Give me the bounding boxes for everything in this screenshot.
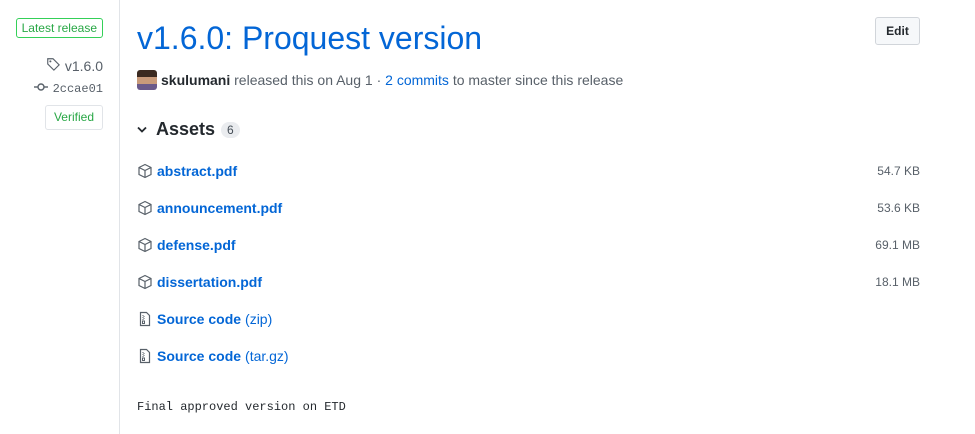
assets-count: 6 xyxy=(221,121,240,138)
package-icon xyxy=(137,200,153,216)
asset-row[interactable]: announcement.pdf 53.6 KB xyxy=(137,200,920,216)
asset-row[interactable]: Source code (tar.gz) xyxy=(137,348,920,364)
file-zip-icon xyxy=(137,311,153,327)
chevron-down-icon xyxy=(137,123,147,137)
release-sidebar: Latest release v1.6.0 2ccae01 Verified xyxy=(0,0,119,434)
asset-size: 54.7 KB xyxy=(877,164,920,178)
package-icon xyxy=(137,237,153,253)
asset-row[interactable]: dissertation.pdf 18.1 MB xyxy=(137,274,920,290)
commit-link[interactable]: 2ccae01 xyxy=(33,82,103,96)
tag-icon xyxy=(46,57,60,74)
asset-row[interactable]: defense.pdf 69.1 MB xyxy=(137,237,920,253)
released-text: released this on Aug 1 xyxy=(234,72,373,88)
asset-ext[interactable]: (tar.gz) xyxy=(245,348,289,364)
asset-name[interactable]: announcement.pdf xyxy=(157,200,282,216)
timeline-divider xyxy=(119,0,120,434)
asset-row[interactable]: Source code (zip) xyxy=(137,311,920,327)
file-zip-icon xyxy=(137,348,153,364)
edit-button[interactable]: Edit xyxy=(875,17,920,45)
release-title[interactable]: v1.6.0: Proquest version xyxy=(137,20,482,57)
asset-name[interactable]: abstract.pdf xyxy=(157,163,237,179)
asset-row[interactable]: abstract.pdf 54.7 KB xyxy=(137,163,920,179)
asset-ext[interactable]: (zip) xyxy=(245,311,272,327)
package-icon xyxy=(137,274,153,290)
commits-link[interactable]: 2 commits xyxy=(385,72,449,88)
release-notes: Final approved version on ETD xyxy=(137,400,346,414)
tag-link[interactable]: v1.6.0 xyxy=(46,57,103,74)
assets-heading: Assets xyxy=(156,119,216,139)
tag-label: v1.6.0 xyxy=(64,57,103,74)
commits-suffix: to master since this release xyxy=(452,72,624,88)
asset-size: 53.6 KB xyxy=(877,201,920,215)
asset-size: 69.1 MB xyxy=(875,238,920,252)
asset-name[interactable]: Source code xyxy=(157,311,241,327)
commit-sha: 2ccae01 xyxy=(52,82,103,96)
author-link[interactable]: skulumani xyxy=(161,72,230,88)
assets-toggle[interactable]: Assets 6 xyxy=(137,119,240,140)
asset-name[interactable]: dissertation.pdf xyxy=(157,274,262,290)
verified-badge[interactable]: Verified xyxy=(44,105,103,130)
asset-name[interactable]: Source code xyxy=(157,348,241,364)
asset-name[interactable]: defense.pdf xyxy=(157,237,236,253)
asset-size: 18.1 MB xyxy=(875,275,920,289)
latest-release-badge: Latest release xyxy=(15,18,103,38)
avatar[interactable] xyxy=(137,70,157,90)
package-icon xyxy=(137,163,153,179)
commit-icon xyxy=(33,82,48,96)
release-meta: skulumani released this on Aug 1 · 2 com… xyxy=(137,70,623,90)
